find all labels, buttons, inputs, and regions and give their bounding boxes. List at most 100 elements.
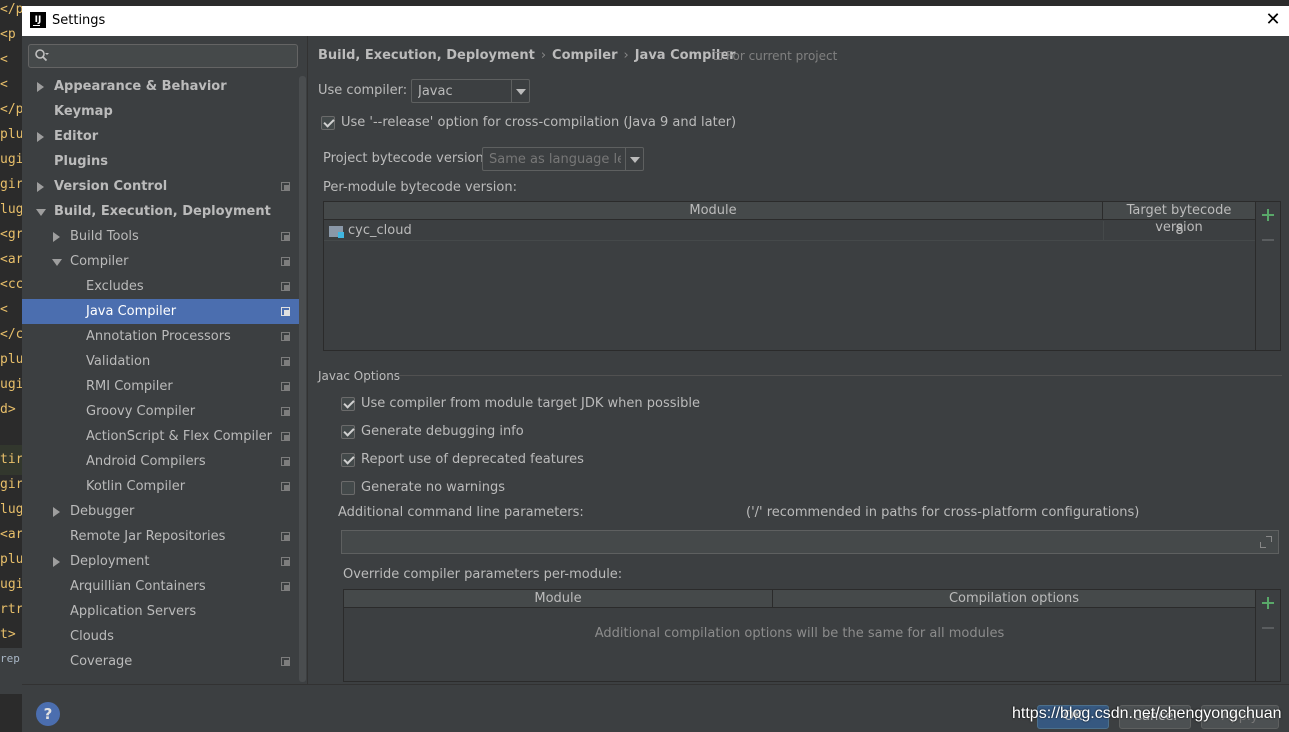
sidebar-item-arquillian-containers[interactable]: Arquillian Containers: [22, 574, 306, 599]
close-icon[interactable]: ✕: [1263, 10, 1283, 30]
editor-line: <cc: [0, 277, 22, 292]
sidebar-item-rmi-compiler[interactable]: RMI Compiler: [22, 374, 306, 399]
sidebar-item-label: Compiler: [70, 254, 129, 269]
sidebar-item-android-compilers[interactable]: Android Compilers: [22, 449, 306, 474]
editor-line: plu: [0, 552, 22, 567]
dialog-button-bar: ? OK Cancel Apply https://blog.csdn.net/…: [22, 684, 1289, 732]
sidebar-item-application-servers[interactable]: Application Servers: [22, 599, 306, 624]
expand-arrow-icon[interactable]: [53, 557, 60, 567]
module-target-jdk-label: Use compiler from module target JDK when…: [361, 396, 700, 411]
sidebar-item-editor[interactable]: Editor: [22, 124, 306, 149]
sidebar-item-annotation-processors[interactable]: Annotation Processors: [22, 324, 306, 349]
deprecated-features-checkbox[interactable]: [341, 453, 355, 467]
sidebar-item-label: Clouds: [70, 629, 114, 644]
expand-arrow-icon[interactable]: [53, 232, 60, 242]
expand-icon[interactable]: [1260, 536, 1272, 548]
module-target-version[interactable]: 8: [1103, 221, 1255, 241]
editor-line: <: [0, 52, 8, 67]
expand-arrow-icon[interactable]: [37, 82, 44, 92]
project-scope-icon: [281, 332, 290, 341]
debugging-info-checkbox[interactable]: [341, 425, 355, 439]
sidebar-item-groovy-compiler[interactable]: Groovy Compiler: [22, 399, 306, 424]
sidebar-scrollbar[interactable]: [299, 76, 306, 682]
sidebar-item-actionscript-flex-compiler[interactable]: ActionScript & Flex Compiler: [22, 424, 306, 449]
use-compiler-value: Javac: [418, 84, 453, 99]
column-header-module[interactable]: Module: [344, 590, 773, 608]
no-warnings-checkbox[interactable]: [341, 481, 355, 495]
editor-line: rep: [0, 648, 22, 694]
editor-line: <ar: [0, 252, 22, 267]
chevron-down-icon[interactable]: [625, 148, 643, 170]
sidebar-item-validation[interactable]: Validation: [22, 349, 306, 374]
settings-sidebar: Appearance & Behavior Keymap Editor Plug…: [22, 36, 308, 684]
editor-line: ugi: [0, 152, 22, 167]
search-input[interactable]: [53, 47, 293, 65]
collapse-arrow-icon[interactable]: [36, 209, 46, 216]
editor-line: <gr: [0, 227, 22, 242]
project-scope-icon: [281, 557, 290, 566]
sidebar-item-keymap[interactable]: Keymap: [22, 99, 306, 124]
sidebar-item-label: RMI Compiler: [86, 379, 173, 394]
sidebar-item-java-compiler[interactable]: Java Compiler: [22, 299, 306, 324]
sidebar-item-build-tools[interactable]: Build Tools: [22, 224, 306, 249]
column-header-compilation-options[interactable]: Compilation options: [773, 590, 1255, 608]
sidebar-item-coverage[interactable]: Coverage: [22, 649, 306, 674]
remove-icon[interactable]: [1262, 239, 1274, 241]
release-option-label: Use '--release' option for cross-compila…: [341, 115, 737, 130]
project-scope-icon: [714, 52, 722, 60]
sidebar-item-appearance-behavior[interactable]: Appearance & Behavior: [22, 74, 306, 99]
module-target-jdk-checkbox[interactable]: [341, 397, 355, 411]
add-icon[interactable]: [1262, 597, 1274, 609]
chevron-down-icon[interactable]: [511, 80, 529, 102]
editor-gutter: </p <p < < </p plu ugi gir lug <gr <ar <…: [0, 0, 22, 732]
debugging-info-label: Generate debugging info: [361, 424, 524, 439]
expand-arrow-icon[interactable]: [37, 132, 44, 142]
editor-line: plu: [0, 127, 22, 142]
cmdline-label: Additional command line parameters:: [338, 505, 584, 520]
cmdline-input[interactable]: [341, 530, 1279, 554]
sidebar-item-excludes[interactable]: Excludes: [22, 274, 306, 299]
editor-line: plu: [0, 352, 22, 367]
sidebar-item-remote-jar-repositories[interactable]: Remote Jar Repositories: [22, 524, 306, 549]
column-header-target-version[interactable]: Target bytecode version: [1103, 202, 1255, 235]
project-scope-icon: [281, 232, 290, 241]
remove-icon[interactable]: [1262, 627, 1274, 629]
cmdline-hint: ('/' recommended in paths for cross-plat…: [746, 505, 1140, 520]
sidebar-item-build-execution-deployment[interactable]: Build, Execution, Deployment: [22, 199, 306, 224]
project-scope-icon: [281, 282, 290, 291]
sidebar-item-clouds[interactable]: Clouds: [22, 624, 306, 649]
sidebar-item-deployment[interactable]: Deployment: [22, 549, 306, 574]
search-icon[interactable]: [34, 48, 50, 64]
project-scope-icon: [281, 532, 290, 541]
sidebar-item-compiler[interactable]: Compiler: [22, 249, 306, 274]
add-icon[interactable]: [1262, 209, 1274, 221]
project-scope-icon: [281, 432, 290, 441]
breadcrumb-separator: ›: [623, 48, 629, 63]
sidebar-item-plugins[interactable]: Plugins: [22, 149, 306, 174]
sidebar-item-label: Keymap: [54, 104, 113, 119]
title-bar[interactable]: IJ Settings ✕: [22, 6, 1289, 36]
project-bytecode-select[interactable]: Same as language level: [482, 147, 644, 171]
sidebar-item-debugger[interactable]: Debugger: [22, 499, 306, 524]
collapse-arrow-icon[interactable]: [52, 259, 62, 266]
help-button[interactable]: ?: [36, 702, 60, 726]
release-option-checkbox[interactable]: [321, 116, 335, 130]
editor-line: d>: [0, 402, 16, 417]
override-label: Override compiler parameters per-module:: [343, 567, 623, 582]
sidebar-item-version-control[interactable]: Version Control: [22, 174, 306, 199]
sidebar-item-label: Version Control: [54, 179, 168, 194]
sidebar-item-kotlin-compiler[interactable]: Kotlin Compiler: [22, 474, 306, 499]
editor-line: lug: [0, 202, 22, 217]
sidebar-item-label: Validation: [86, 354, 151, 369]
project-scope-icon: [281, 357, 290, 366]
expand-arrow-icon[interactable]: [37, 182, 44, 192]
search-box[interactable]: [28, 44, 298, 68]
table-row[interactable]: cyc_cloud 8: [324, 221, 1255, 241]
table-header: Module Compilation options: [344, 590, 1255, 608]
column-header-module[interactable]: Module: [324, 202, 1103, 220]
expand-arrow-icon[interactable]: [53, 507, 60, 517]
editor-line: t>: [0, 627, 16, 642]
editor-line: ugi: [0, 377, 22, 392]
project-scope-icon: [281, 182, 290, 191]
use-compiler-select[interactable]: Javac: [411, 79, 530, 103]
